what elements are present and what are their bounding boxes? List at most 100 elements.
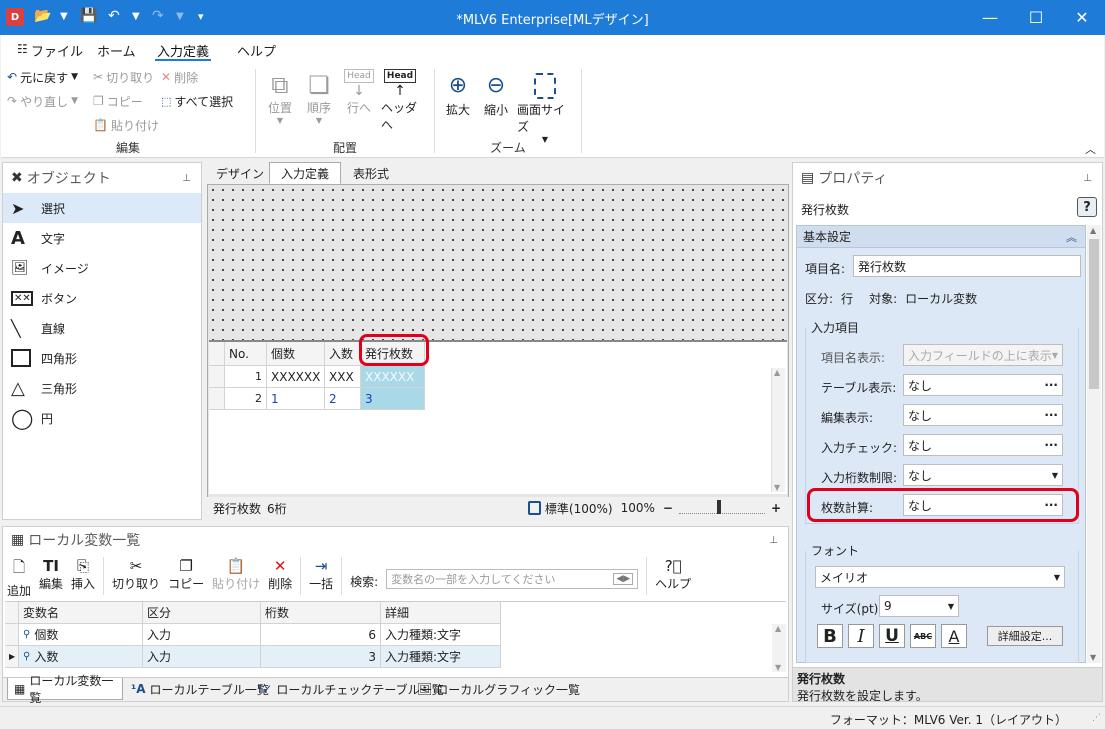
input-grid: No. 個数 入数 発行枚数 1 XXXXXX XXX XXXXXX 2 1 2…: [209, 340, 787, 494]
property-scrollbar[interactable]: ▲ ▼: [1087, 225, 1101, 663]
menu-home[interactable]: ホーム: [97, 41, 136, 60]
scroll-down-icon[interactable]: ▼: [774, 483, 780, 492]
grid-cell-hakkou[interactable]: XXXXXX: [361, 366, 425, 388]
digit-limit-select[interactable]: なし ▼: [903, 464, 1063, 486]
pin-icon[interactable]: ⊥: [769, 535, 778, 546]
menu-help[interactable]: ヘルプ: [237, 41, 276, 60]
variables-scrollbar[interactable]: ▲ ▼: [772, 624, 786, 672]
tab-local-graphics[interactable]: 🖼 ローカルグラフィック一覧: [417, 678, 580, 700]
zoom-mode-label[interactable]: 標準(100%): [545, 500, 613, 517]
basic-section-header[interactable]: 基本設定 ︽: [797, 226, 1085, 248]
add-variable-button[interactable]: 🗋 追加: [7, 557, 31, 599]
tab-input-definition[interactable]: 入力定義: [269, 162, 341, 184]
dropdown-icon[interactable]: ▼: [1054, 573, 1060, 582]
dropdown-icon[interactable]: ▼: [948, 602, 954, 611]
resize-grip-icon[interactable]: ⋰: [1092, 713, 1101, 723]
tab-local-variables[interactable]: ▦ ローカル変数一覧: [7, 674, 123, 705]
edit-display-field[interactable]: なし ···: [903, 404, 1063, 426]
object-triangle[interactable]: △ 三角形: [3, 373, 201, 403]
tab-local-tables[interactable]: ¹A ローカルテーブル一覧: [131, 678, 269, 700]
underline-button[interactable]: U: [879, 624, 905, 648]
bold-button[interactable]: B: [817, 624, 843, 648]
scroll-down-icon[interactable]: ▼: [775, 663, 781, 672]
item-name-field[interactable]: 発行枚数: [853, 255, 1081, 277]
cut-button: ✂ 切り取り: [93, 70, 155, 85]
zoom-plus-button[interactable]: +: [771, 501, 781, 515]
scroll-down-icon[interactable]: ▼: [1090, 653, 1096, 662]
table-display-field[interactable]: なし ···: [903, 374, 1063, 396]
help-button[interactable]: ?⃝ ヘルプ: [655, 557, 691, 592]
help-question-icon[interactable]: ?: [1077, 197, 1097, 217]
screen-size-button[interactable]: 画面サイズ ▼: [517, 71, 573, 144]
table-row[interactable]: ▶ ⚲ 入数 入力 3 入力種類:文字: [5, 646, 501, 668]
font-size-select[interactable]: 9 ▼: [879, 595, 959, 617]
zoom-minus-button[interactable]: −: [663, 501, 673, 515]
font-color-button[interactable]: A: [941, 624, 967, 648]
minimize-button[interactable]: —: [967, 0, 1013, 35]
zoom-in-button[interactable]: ⊕ 拡大: [443, 71, 473, 118]
search-input[interactable]: 変数名の一部を入力してください ◀▶: [386, 569, 639, 589]
row-indicator: [209, 366, 225, 388]
local-variables-toolbar: 🗋 追加 TI 編集 ⎘ 挿入 ✂ 切り取り ❐ コピー 📋 貼り付け ✕ 削除 ⇥ 一括 検索…: [7, 557, 691, 599]
zoom-slider[interactable]: [678, 500, 765, 514]
ellipsis-icon[interactable]: ···: [1044, 438, 1058, 452]
font-detail-button[interactable]: 詳細設定...: [987, 626, 1063, 646]
scroll-up-icon[interactable]: ▲: [775, 624, 781, 633]
zoom-slider-thumb[interactable]: [716, 500, 721, 514]
tab-design[interactable]: デザイン: [211, 162, 269, 184]
object-rectangle[interactable]: 四角形: [3, 343, 201, 373]
close-button[interactable]: ✕: [1059, 0, 1105, 35]
strikethrough-button[interactable]: ABC: [910, 624, 936, 648]
maximize-button[interactable]: ☐: [1013, 0, 1059, 35]
table-row[interactable]: 1 XXXXXX XXX XXXXXX: [209, 366, 425, 388]
ellipsis-icon[interactable]: ···: [1044, 408, 1058, 422]
grid-cell-hakkou[interactable]: 3: [361, 388, 425, 410]
collapse-section-icon[interactable]: ︽: [1066, 229, 1077, 245]
italic-button[interactable]: I: [848, 624, 874, 648]
copy-button: ❐ コピー: [93, 94, 143, 109]
table-row[interactable]: ⚲ 個数 入力 6 入力種類:文字: [5, 624, 501, 646]
scroll-up-icon[interactable]: ▲: [1090, 226, 1096, 235]
delete-variable-button[interactable]: ✕ 削除: [268, 557, 292, 592]
cell-digits: 6: [261, 624, 381, 646]
selected-item-name: 発行枚数: [213, 501, 262, 516]
dropdown-icon[interactable]: ▼: [1052, 471, 1058, 480]
insert-variable-button[interactable]: ⎘ 挿入: [71, 557, 95, 592]
menu-input-definition[interactable]: 入力定義: [157, 41, 209, 60]
edit-variable-button[interactable]: TI 編集: [39, 557, 63, 592]
grid-vertical-scrollbar[interactable]: ▲ ▼: [771, 368, 785, 492]
group-label-arrange: 配置: [332, 141, 357, 155]
tab-table-format[interactable]: 表形式: [341, 162, 401, 184]
copy-variable-button[interactable]: ❐ コピー: [168, 557, 204, 592]
window-title: *MLV6 Enterprise[MLデザイン]: [456, 13, 649, 28]
to-header-button[interactable]: Head ↑ ヘッダへ: [381, 69, 419, 133]
menu-file[interactable]: ファイル: [31, 41, 83, 60]
object-select[interactable]: ➤ 選択: [3, 193, 201, 223]
search-nav-icon[interactable]: ◀▶: [613, 573, 634, 585]
scroll-up-icon[interactable]: ▲: [774, 368, 780, 377]
input-check-field[interactable]: なし ···: [903, 434, 1063, 456]
object-image[interactable]: 🖼 イメージ: [3, 253, 201, 283]
object-text[interactable]: A 文字: [3, 223, 201, 253]
batch-button[interactable]: ⇥ 一括: [309, 557, 333, 592]
table-row[interactable]: 2 1 2 3: [209, 388, 425, 410]
property-description: 発行枚数 発行枚数を設定します。: [793, 667, 1102, 703]
line-icon: ╲: [11, 318, 21, 338]
object-circle[interactable]: ◯ 円: [3, 403, 201, 433]
collapse-ribbon-icon[interactable]: ︿: [1085, 141, 1096, 157]
zoom-out-icon: ⊖: [486, 73, 506, 98]
object-line[interactable]: ╲ 直線: [3, 313, 201, 343]
scroll-thumb[interactable]: [1089, 239, 1099, 389]
zoom-out-button[interactable]: ⊖ 縮小: [481, 71, 511, 118]
object-button[interactable]: ✕✕ ボタン: [3, 283, 201, 313]
pin-icon[interactable]: ⊥: [182, 173, 191, 184]
undo-button[interactable]: ↶ 元に戻す ▼: [7, 67, 78, 87]
zoom-mode-icon[interactable]: [527, 501, 541, 515]
cut-variable-button[interactable]: ✂ 切り取り: [112, 557, 160, 592]
font-name-select[interactable]: メイリオ ▼: [815, 566, 1065, 588]
dropdown-icon: ▼: [276, 116, 284, 125]
ellipsis-icon[interactable]: ···: [1044, 378, 1058, 392]
tab-local-check-tables[interactable]: ¹✓ ローカルチェックテーブル一覧: [257, 678, 444, 700]
pin-icon[interactable]: ⊥: [1083, 173, 1092, 184]
select-all-button[interactable]: ⬚ すべて選択: [161, 91, 233, 111]
